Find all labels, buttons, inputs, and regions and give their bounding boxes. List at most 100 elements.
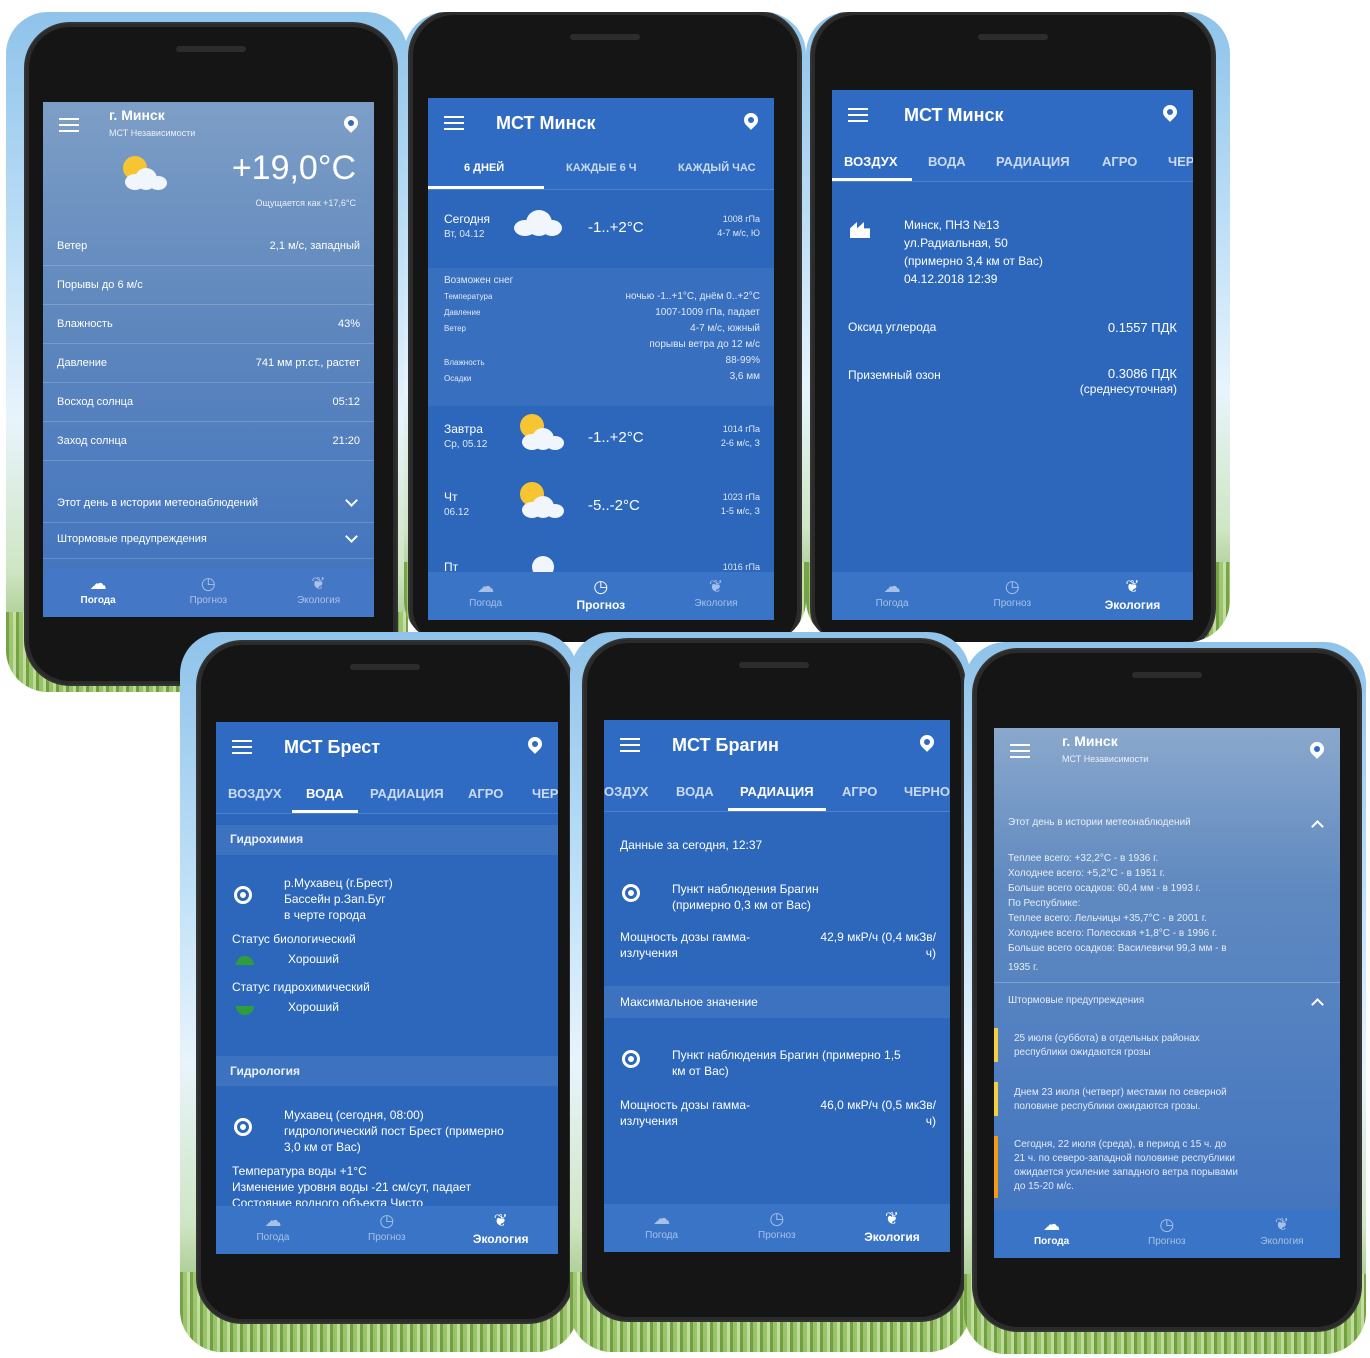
location-pin-icon[interactable] <box>525 734 545 754</box>
detail-title: Возможен снег <box>444 275 514 286</box>
menu-icon[interactable] <box>620 738 640 752</box>
nav-forecast[interactable]: ◷ Прогноз <box>1109 1216 1224 1247</box>
tab-every-6h[interactable]: КАЖДЫЕ 6 Ч <box>566 162 637 174</box>
tab-air[interactable]: ВОЗДУХ <box>844 154 898 169</box>
tab-underline <box>428 186 544 189</box>
today-temp: -1..+2°C <box>588 219 644 236</box>
chevron-down-icon <box>345 530 358 543</box>
menu-icon[interactable] <box>59 118 79 132</box>
location-pin-icon[interactable] <box>917 732 937 752</box>
tab-radiation[interactable]: РАДИАЦИЯ <box>996 154 1070 169</box>
chevron-up-icon[interactable] <box>1311 998 1324 1011</box>
warning-level-bar <box>994 1028 998 1062</box>
nav-weather[interactable]: ☁ Погода <box>604 1210 719 1241</box>
hydrology-header: Гидрология <box>230 1064 301 1078</box>
history-title[interactable]: Этот день в истории метеонаблюдений <box>1008 816 1191 830</box>
site-line: р.Мухавец (г.Брест) <box>284 876 393 890</box>
water-temp: Температура воды +1°С <box>232 1164 367 1178</box>
nav-forecast[interactable]: ◷ Прогноз <box>719 1210 834 1241</box>
tab-air[interactable]: ОЗДУХ <box>604 784 648 799</box>
leaf-icon: ❦ <box>884 1209 900 1228</box>
tomorrow-label: Завтра <box>444 422 483 436</box>
nav-forecast[interactable]: ◷ Прогноз <box>330 1212 444 1243</box>
tab-water[interactable]: ВОДА <box>676 784 714 799</box>
tab-chernobyl[interactable]: ЧЕР <box>532 786 558 801</box>
nav-weather[interactable]: ☁ Погода <box>994 1216 1109 1247</box>
nav-weather[interactable]: ☁ Погода <box>832 578 952 609</box>
thursday-label: Чт <box>444 490 458 504</box>
detail-label: Давление <box>444 308 481 317</box>
menu-icon[interactable] <box>1010 744 1030 758</box>
nav-ecology[interactable]: ❦ Экология <box>444 1212 558 1246</box>
screenshot-card-weather: г. Минск МСТ Независимости +19,0°C Ощуща… <box>6 12 408 692</box>
tab-chernobyl[interactable]: ЧЕР <box>1168 154 1193 169</box>
nav-forecast[interactable]: ◷ Прогноз <box>153 575 263 606</box>
tomorrow-date: Ср, 05.12 <box>444 439 488 450</box>
nav-weather[interactable]: ☁ Погода <box>428 578 543 609</box>
chevron-down-icon <box>345 494 358 507</box>
row-value: 741 мм рт.ст., растет <box>255 357 360 369</box>
history-line: По Республике: <box>1008 898 1081 909</box>
row-value: 05:12 <box>332 396 360 408</box>
tab-bar: ВОЗДУХ ВОДА РАДИАЦИЯ АГРО ЧЕР <box>832 142 1193 182</box>
hydrochemistry-header: Гидрохимия <box>230 832 304 846</box>
tab-radiation[interactable]: РАДИАЦИЯ <box>740 784 814 799</box>
location-pin-icon[interactable] <box>741 110 761 130</box>
menu-icon[interactable] <box>444 116 464 130</box>
nav-forecast[interactable]: ◷ Прогноз <box>543 578 658 612</box>
tab-agro[interactable]: АГРО <box>842 784 877 799</box>
weather-row: Заход солнца 21:20 <box>43 422 374 461</box>
ozone-note: (среднесуточная) <box>1079 382 1177 396</box>
tab-air[interactable]: ВОЗДУХ <box>228 786 282 801</box>
tab-agro[interactable]: АГРО <box>468 786 503 801</box>
leaf-icon: ❦ <box>708 577 724 596</box>
location-pin-icon[interactable] <box>1307 739 1327 759</box>
detail-value: ночью -1..+1°С, днём 0..+2°С <box>625 291 760 302</box>
location-pin-icon[interactable] <box>341 113 361 133</box>
menu-icon[interactable] <box>232 740 252 754</box>
tab-chernobyl[interactable]: ЧЕРНО <box>904 784 950 799</box>
nav-ecology[interactable]: ❦ Экология <box>1072 578 1192 612</box>
current-temperature: +19,0°C <box>231 149 356 187</box>
location-pin-icon[interactable] <box>1160 102 1180 122</box>
nav-ecology[interactable]: ❦ Экология <box>834 1210 949 1244</box>
screenshot-card-history: г. Минск МСТ Независимости Этот день в и… <box>964 642 1366 1354</box>
menu-icon[interactable] <box>848 108 868 122</box>
tab-6-days[interactable]: 6 ДНЕЙ <box>464 162 504 174</box>
site-line: Бассейн р.Зап.Буг <box>284 892 386 906</box>
dose-value: ч) <box>925 1114 936 1128</box>
green-status-icon <box>236 956 254 965</box>
tab-every-hour[interactable]: КАЖДЫЙ ЧАС <box>678 162 756 174</box>
warning-line: 21 ч. по северо-западной половине респуб… <box>1014 1153 1235 1164</box>
storm-title[interactable]: Штормовые предупреждения <box>1008 994 1144 1008</box>
history-label: Этот день в истории метеонаблюдений <box>57 497 259 509</box>
nav-ecology[interactable]: ❦ Экология <box>1224 1216 1339 1247</box>
factory-icon <box>850 222 870 238</box>
today-wind: 4-7 м/с, Ю <box>717 228 760 238</box>
tab-water[interactable]: ВОДА <box>306 786 344 801</box>
today-label: Сегодня <box>444 212 490 226</box>
nav-forecast[interactable]: ◷ Прогноз <box>952 578 1072 609</box>
nav-ecology[interactable]: ❦ Экология <box>658 578 773 609</box>
row-label: Заход солнца <box>57 435 127 447</box>
tab-agro[interactable]: АГРО <box>1102 154 1137 169</box>
history-line: Больше всего осадков: Василевичи 99,3 мм… <box>1008 943 1227 954</box>
tomorrow-pressure: 1014 гПа <box>722 424 760 434</box>
chevron-up-icon[interactable] <box>1311 820 1324 833</box>
phone-frame: г. Минск МСТ Независимости Этот день в и… <box>974 650 1360 1330</box>
page-title: МСТ Минск <box>496 113 596 133</box>
detail-label: Ветер <box>444 324 466 333</box>
warning-level-bar <box>994 1136 998 1198</box>
nav-weather[interactable]: ☁ Погода <box>43 575 153 606</box>
station-name: МСТ Независимости <box>1062 754 1149 764</box>
app-bar: МСТ Брагин <box>604 720 950 772</box>
nav-ecology[interactable]: ❦ Экология <box>263 575 373 606</box>
tab-underline <box>832 178 912 181</box>
chem-status-label: Статус гидрохимический <box>232 980 370 994</box>
storm-expander[interactable]: Штормовые предупреждения <box>43 520 374 559</box>
tab-radiation[interactable]: РАДИАЦИЯ <box>370 786 444 801</box>
history-expander[interactable]: Этот день в истории метеонаблюдений <box>43 484 374 523</box>
history-line: Холоднее всего: Полесская +1,8°С - в 199… <box>1008 928 1218 939</box>
tab-water[interactable]: ВОДА <box>928 154 966 169</box>
nav-weather[interactable]: ☁ Погода <box>216 1212 330 1243</box>
